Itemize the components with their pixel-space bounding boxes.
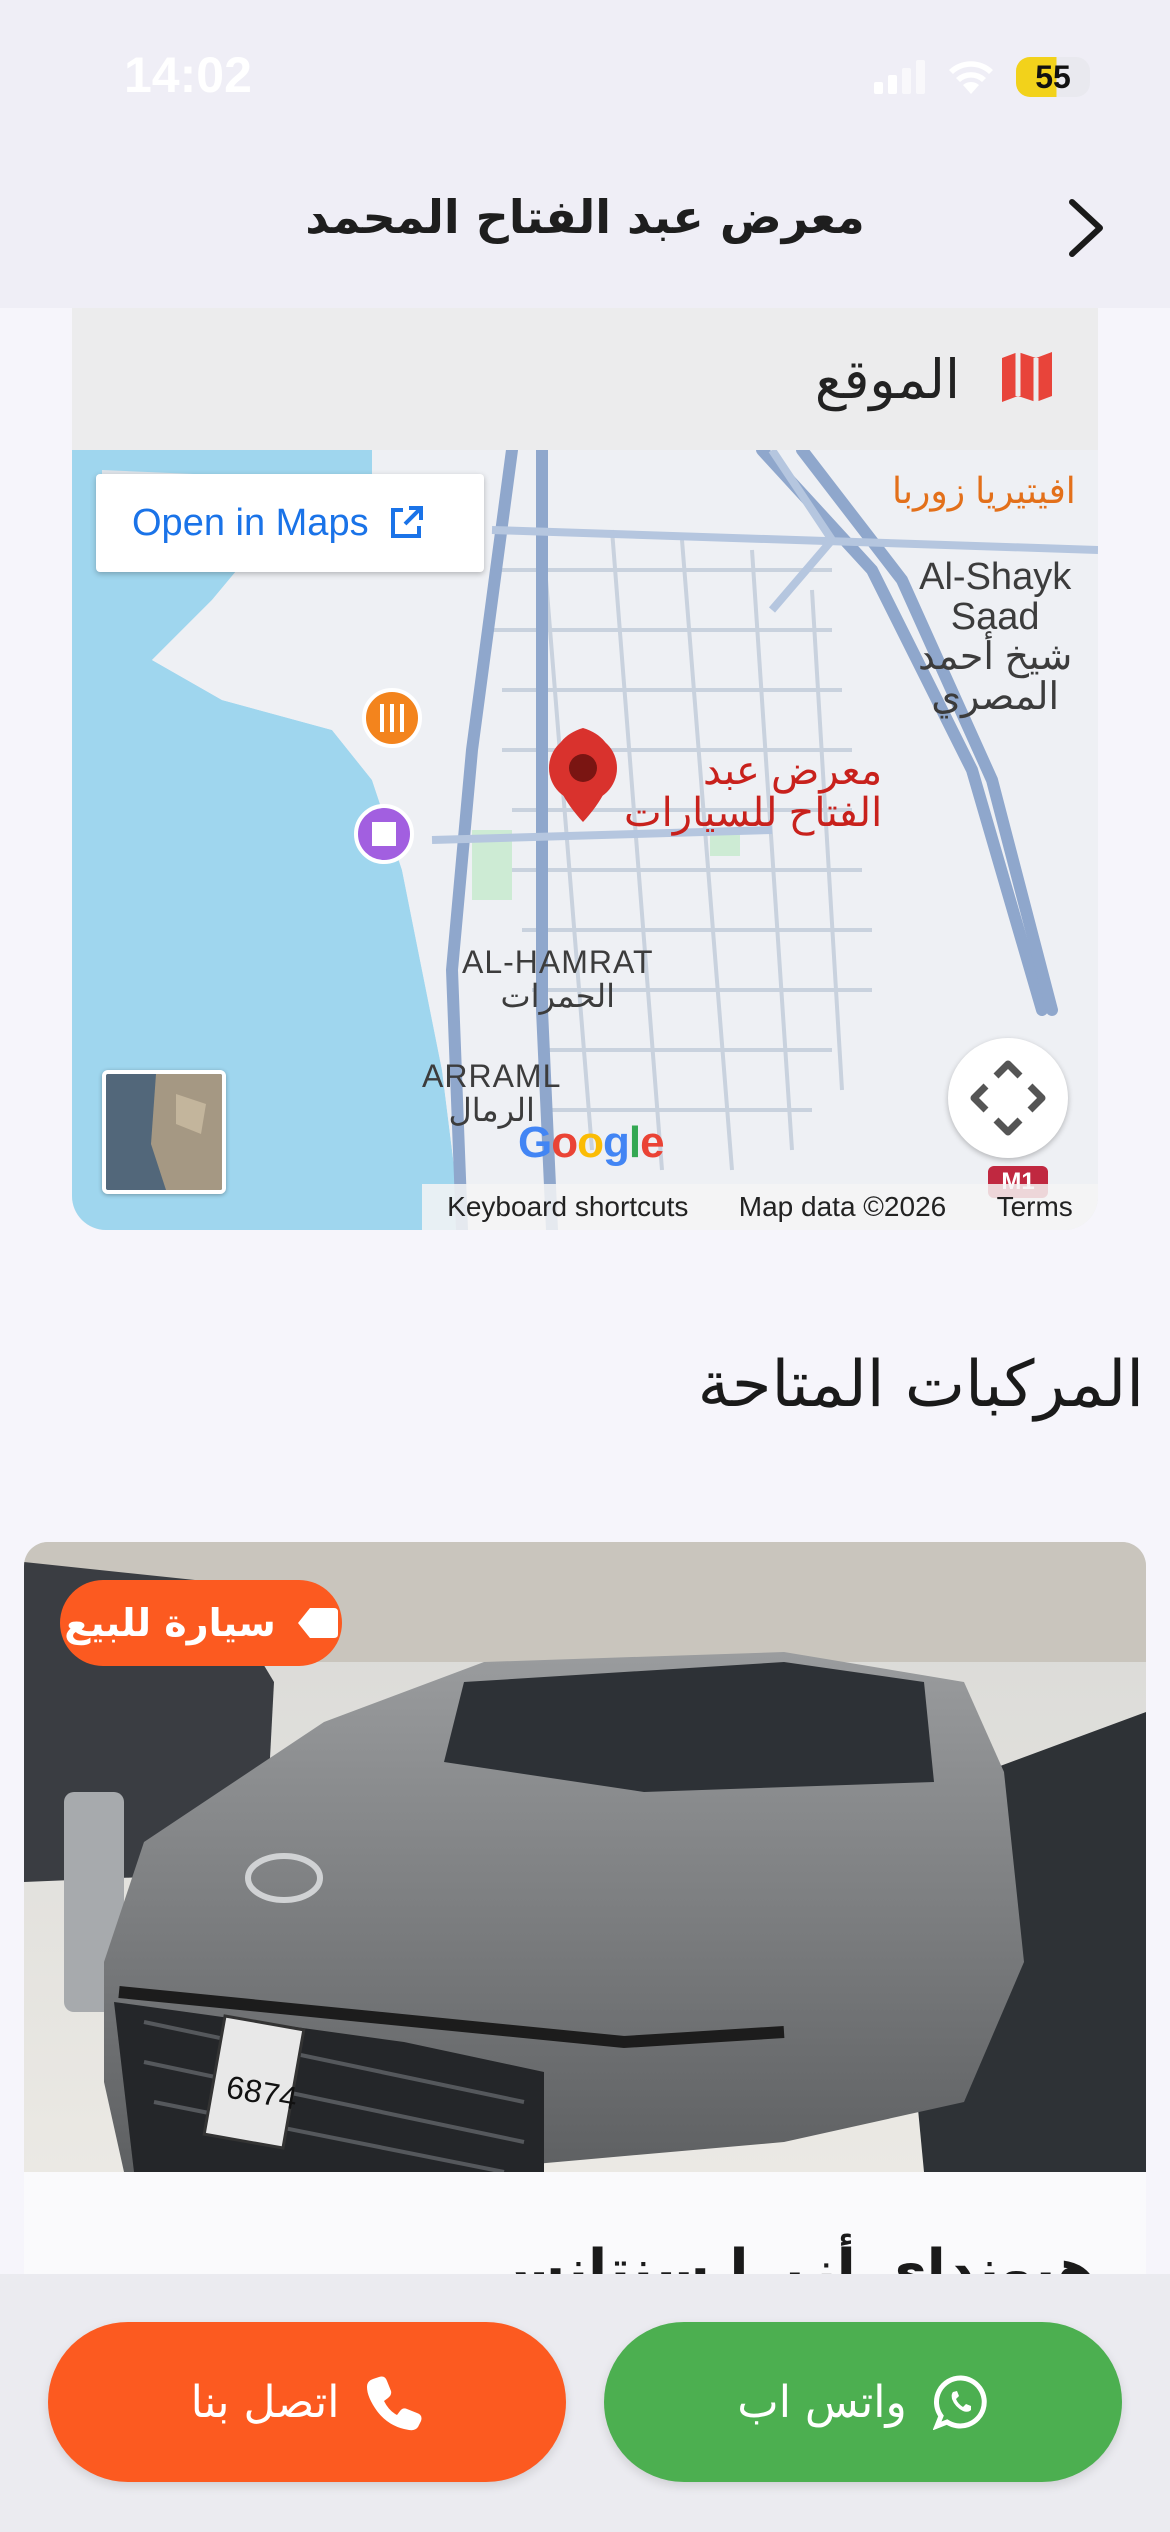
area-label-shayk: Al-Shayk Saad شيخ أحمد المصري xyxy=(918,556,1073,718)
location-header: الموقع xyxy=(72,308,1098,450)
vehicle-photo[interactable]: 6874 سيارة للبيع xyxy=(24,1542,1146,2174)
for-sale-label: سيارة للبيع xyxy=(64,1601,276,1645)
vehicles-section-title: المركبات المتاحة xyxy=(697,1348,1144,1422)
status-icons: 55 xyxy=(874,50,1090,104)
shayk-ar-line1: شيخ أحمد xyxy=(918,635,1073,678)
tag-icon xyxy=(297,1608,338,1638)
pin-label-line2: الفتاح للسيارات xyxy=(624,791,883,835)
shayk-ar-line2: المصري xyxy=(931,675,1060,718)
wifi-icon xyxy=(949,61,993,94)
map-view[interactable]: Open in Maps افيتيريا زوربا Al-Shayk Saa… xyxy=(72,450,1098,1230)
external-link-icon xyxy=(390,506,423,538)
location-card: الموقع Open in Maps افيتيريا زوربا Al-Sh… xyxy=(72,308,1098,1230)
map-icon xyxy=(1002,352,1052,402)
status-time: 14:02 xyxy=(124,47,252,103)
map-pin-label: معرض عبد الفتاح للسيارات xyxy=(624,750,882,834)
for-sale-badge: سيارة للبيع xyxy=(60,1580,342,1666)
google-logo: Google xyxy=(518,1118,665,1167)
terms-link[interactable]: Terms xyxy=(997,1191,1073,1223)
alhamrat-ar: الحمرات xyxy=(500,977,615,1014)
whatsapp-button[interactable]: واتس اب xyxy=(604,2322,1122,2482)
signal-icon xyxy=(874,60,925,94)
recenter-button[interactable] xyxy=(948,1038,1068,1158)
call-us-button[interactable]: اتصل بنا xyxy=(48,2322,566,2482)
battery-indicator: 55 xyxy=(1016,57,1090,97)
move-arrows-icon xyxy=(970,1060,1046,1136)
phone-icon xyxy=(367,2376,422,2431)
shayk-en-line2: Saad xyxy=(950,595,1040,638)
open-in-maps-button[interactable]: Open in Maps xyxy=(96,474,484,572)
bottom-action-bar: اتصل بنا واتس اب xyxy=(0,2274,1170,2532)
map-footer: Keyboard shortcuts Map data ©2026 Terms xyxy=(422,1184,1098,1230)
pin-label-line1: معرض عبد xyxy=(702,749,883,793)
location-title: الموقع xyxy=(814,348,960,411)
map-data-attribution: Map data ©2026 xyxy=(738,1191,947,1222)
area-label-alhamrat: AL-HAMRAT الحمرات xyxy=(462,944,654,1014)
satellite-toggle[interactable] xyxy=(102,1070,226,1194)
shayk-en-line1: Al-Shayk xyxy=(919,556,1072,598)
keyboard-shortcuts-link[interactable]: Keyboard shortcuts xyxy=(447,1191,688,1223)
alhamrat-en: AL-HAMRAT xyxy=(462,944,654,980)
call-us-label: اتصل بنا xyxy=(190,2376,340,2428)
satellite-thumbnail-icon xyxy=(106,1074,222,1190)
whatsapp-label: واتس اب xyxy=(737,2376,907,2428)
open-in-maps-label: Open in Maps xyxy=(132,501,369,544)
whatsapp-icon xyxy=(932,2375,987,2430)
page-title: معرض عبد الفتاح المحمد xyxy=(305,190,865,244)
top-bar: 14:02 55 معرض عبد الفتاح المحمد xyxy=(0,0,1170,308)
chevron-right-icon[interactable] xyxy=(1064,196,1108,260)
poi-label-top-right: افيتيريا زوربا xyxy=(892,470,1076,511)
arraml-en: ARRAML xyxy=(422,1058,562,1094)
